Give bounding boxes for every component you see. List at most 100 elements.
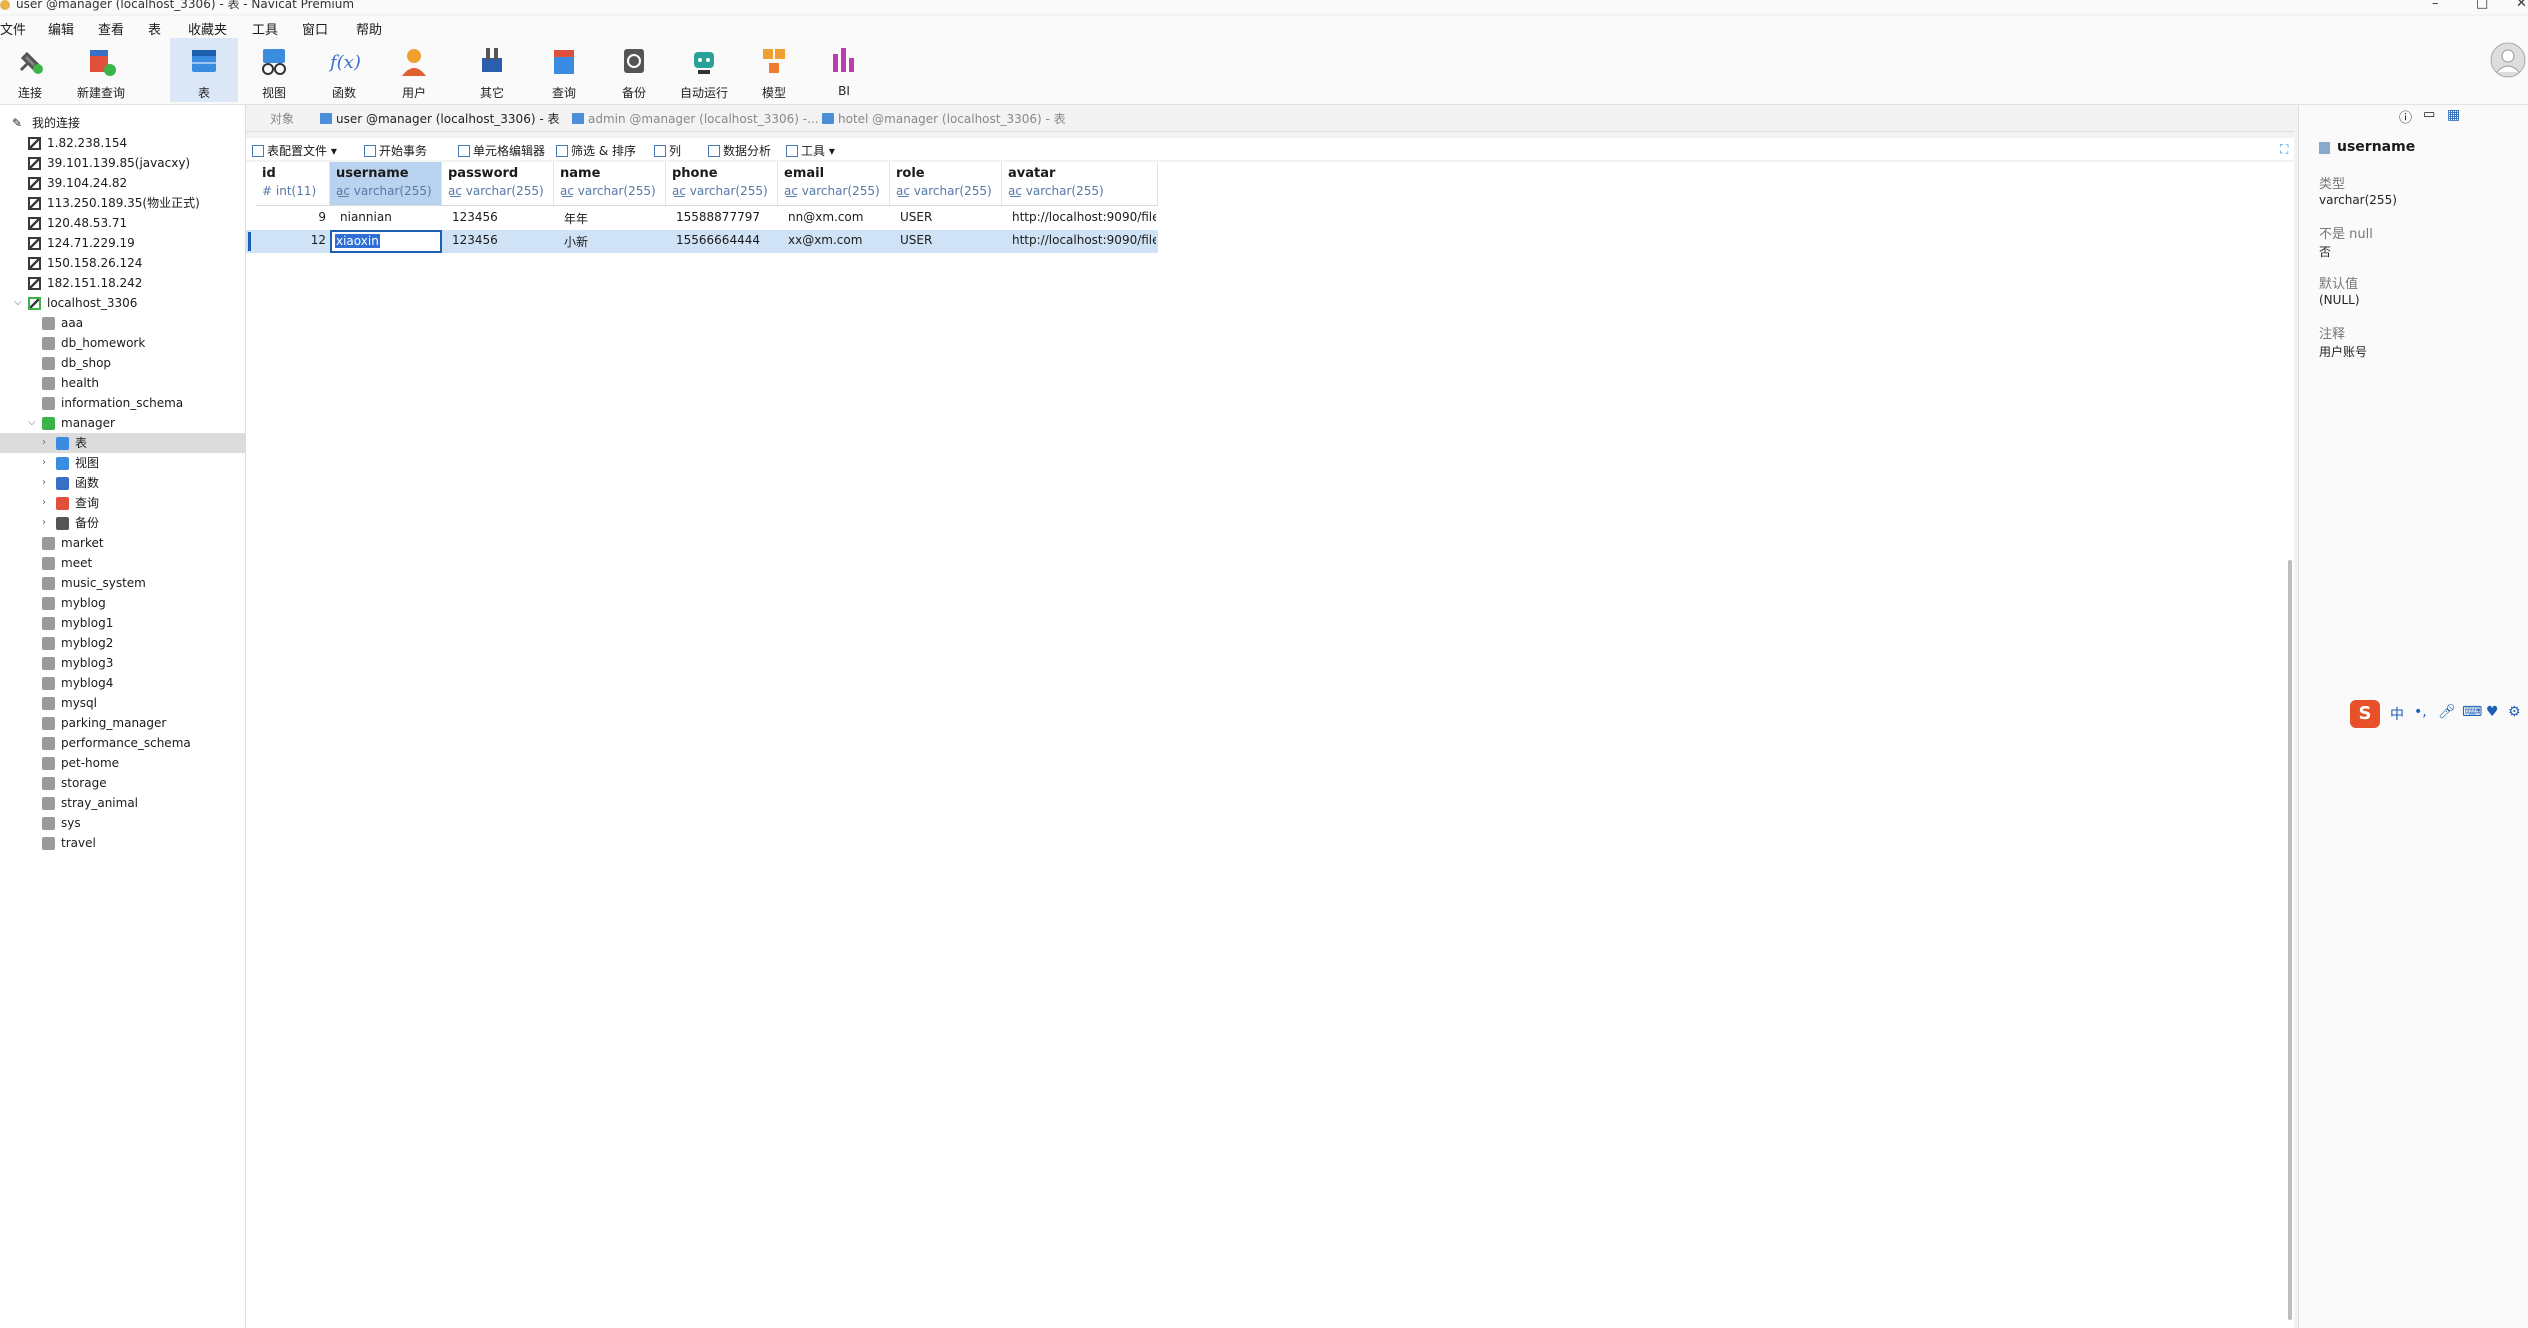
- manager-child-item[interactable]: › 函数: [0, 473, 245, 493]
- bi-button[interactable]: BI: [818, 38, 870, 102]
- chevron-down-icon[interactable]: ⌵: [14, 293, 22, 313]
- data-analysis-button[interactable]: 数据分析: [708, 142, 771, 159]
- server-connection[interactable]: 39.104.24.82: [0, 173, 245, 193]
- database-item[interactable]: mysql: [0, 693, 245, 713]
- function-button[interactable]: f(x) 函数: [318, 38, 370, 102]
- column-header-username[interactable]: username a͟c varchar(255): [330, 162, 442, 206]
- column-header-password[interactable]: password a͟c varchar(255): [442, 162, 554, 206]
- backup-button[interactable]: 备份: [608, 38, 660, 102]
- database-item[interactable]: myblog4: [0, 673, 245, 693]
- database-icon: [42, 817, 55, 830]
- close-icon[interactable]: ✕: [2516, 0, 2527, 10]
- database-item[interactable]: meet: [0, 553, 245, 573]
- database-item[interactable]: information_schema: [0, 393, 245, 413]
- menu-view[interactable]: 查看: [98, 19, 124, 38]
- ddl-icon[interactable]: ▭: [2423, 107, 2435, 122]
- begin-transaction-button[interactable]: 开始事务: [364, 142, 427, 159]
- tab-objects[interactable]: 对象: [270, 109, 294, 129]
- database-item[interactable]: db_shop: [0, 353, 245, 373]
- table-button[interactable]: 表: [170, 38, 238, 102]
- database-item-manager[interactable]: ⌵ manager: [0, 413, 245, 433]
- database-icon: [42, 677, 55, 690]
- database-item[interactable]: myblog1: [0, 613, 245, 633]
- database-item[interactable]: aaa: [0, 313, 245, 333]
- table-row-selected[interactable]: 12 xiaoxin 123456 小新 15566664444 xx@xm.c…: [246, 230, 1158, 253]
- server-connection[interactable]: 1.82.238.154: [0, 133, 245, 153]
- database-item[interactable]: myblog: [0, 593, 245, 613]
- column-header-id[interactable]: id # int(11): [256, 162, 330, 206]
- database-item[interactable]: sys: [0, 813, 245, 833]
- column-header-avatar[interactable]: avatar a͟c varchar(255): [1002, 162, 1158, 206]
- tab-admin-table[interactable]: admin @manager (localhost_3306) -...: [572, 109, 819, 129]
- chevron-right-icon[interactable]: ›: [42, 493, 46, 513]
- minimize-icon[interactable]: –: [2432, 0, 2439, 10]
- database-item[interactable]: travel: [0, 833, 245, 853]
- connection-localhost[interactable]: ⌵ localhost_3306: [0, 293, 245, 313]
- query-button[interactable]: 查询: [536, 38, 592, 102]
- chevron-right-icon[interactable]: ›: [42, 513, 46, 533]
- grid-view-icon[interactable]: ▦: [2447, 107, 2460, 123]
- manager-child-item[interactable]: › 表: [0, 433, 245, 453]
- column-header-phone[interactable]: phone a͟c varchar(255): [666, 162, 778, 206]
- manager-child-item[interactable]: › 备份: [0, 513, 245, 533]
- new-query-button[interactable]: 新建查询: [66, 38, 136, 102]
- database-item[interactable]: market: [0, 533, 245, 553]
- column-header-name[interactable]: name a͟c varchar(255): [554, 162, 666, 206]
- database-item[interactable]: health: [0, 373, 245, 393]
- database-item[interactable]: myblog2: [0, 633, 245, 653]
- filter-sort-button[interactable]: 筛选 & 排序: [556, 142, 636, 159]
- chevron-right-icon[interactable]: ›: [42, 433, 46, 453]
- menu-file[interactable]: 文件: [0, 19, 26, 38]
- info-icon[interactable]: ⓘ: [2399, 107, 2412, 126]
- menu-favorites[interactable]: 收藏夹: [188, 19, 227, 38]
- column-header-email[interactable]: email a͟c varchar(255): [778, 162, 890, 206]
- cell-editor-button[interactable]: 单元格编辑器: [458, 142, 545, 159]
- connect-button[interactable]: 连接: [6, 38, 54, 102]
- account-avatar-icon[interactable]: [2490, 42, 2526, 78]
- server-connection[interactable]: 150.158.26.124: [0, 253, 245, 273]
- chevron-right-icon[interactable]: ›: [42, 473, 46, 493]
- tools-dropdown[interactable]: 工具 ▾: [786, 142, 835, 159]
- menu-edit[interactable]: 编辑: [48, 19, 74, 38]
- database-item[interactable]: performance_schema: [0, 733, 245, 753]
- fullscreen-icon[interactable]: ⛶: [2280, 142, 2288, 157]
- chevron-down-icon[interactable]: ⌵: [28, 413, 36, 433]
- server-connection[interactable]: 113.250.189.35(物业正式): [0, 193, 245, 213]
- menu-window[interactable]: 窗口: [302, 19, 328, 38]
- server-connection[interactable]: 120.48.53.71: [0, 213, 245, 233]
- server-connection[interactable]: 124.71.229.19: [0, 233, 245, 253]
- profile-icon: [252, 145, 264, 157]
- server-connection[interactable]: 182.151.18.242: [0, 273, 245, 293]
- maximize-icon[interactable]: □: [2476, 0, 2488, 10]
- columns-button[interactable]: 列: [654, 142, 681, 159]
- table-row[interactable]: 9 niannian 123456 年年 15588877797 nn@xm.c…: [246, 207, 1158, 230]
- vertical-scrollbar[interactable]: [2288, 560, 2292, 1320]
- database-item[interactable]: db_homework: [0, 333, 245, 353]
- manager-child-item[interactable]: › 查询: [0, 493, 245, 513]
- view-button[interactable]: 视图: [248, 38, 300, 102]
- tab-hotel-table[interactable]: hotel @manager (localhost_3306) - 表: [822, 109, 1066, 129]
- database-item[interactable]: pet-home: [0, 753, 245, 773]
- query-icon: [56, 497, 69, 510]
- server-connection[interactable]: 39.101.139.85(javacxy): [0, 153, 245, 173]
- database-item[interactable]: myblog3: [0, 653, 245, 673]
- menu-help[interactable]: 帮助: [356, 19, 382, 38]
- database-item[interactable]: storage: [0, 773, 245, 793]
- my-connections-header[interactable]: ✎ 我的连接: [0, 113, 245, 133]
- database-item[interactable]: music_system: [0, 573, 245, 593]
- user-button[interactable]: 用户: [388, 38, 440, 102]
- other-button[interactable]: 其它: [462, 38, 522, 102]
- manager-child-item[interactable]: › 视图: [0, 453, 245, 473]
- table-profile-button[interactable]: 表配置文件 ▾: [252, 142, 337, 159]
- data-grid: id # int(11) username a͟c varchar(255) p…: [246, 162, 2294, 1328]
- database-item[interactable]: parking_manager: [0, 713, 245, 733]
- database-item[interactable]: stray_animal: [0, 793, 245, 813]
- menu-tools[interactable]: 工具: [252, 19, 278, 38]
- model-button[interactable]: 模型: [748, 38, 800, 102]
- menu-table[interactable]: 表: [148, 19, 161, 38]
- auto-run-button[interactable]: 自动运行: [672, 38, 736, 102]
- tab-user-table[interactable]: user @manager (localhost_3306) - 表: [320, 109, 559, 129]
- username-cell-editor[interactable]: xiaoxin: [330, 230, 442, 253]
- column-header-role[interactable]: role a͟c varchar(255): [890, 162, 1002, 206]
- chevron-right-icon[interactable]: ›: [42, 453, 46, 473]
